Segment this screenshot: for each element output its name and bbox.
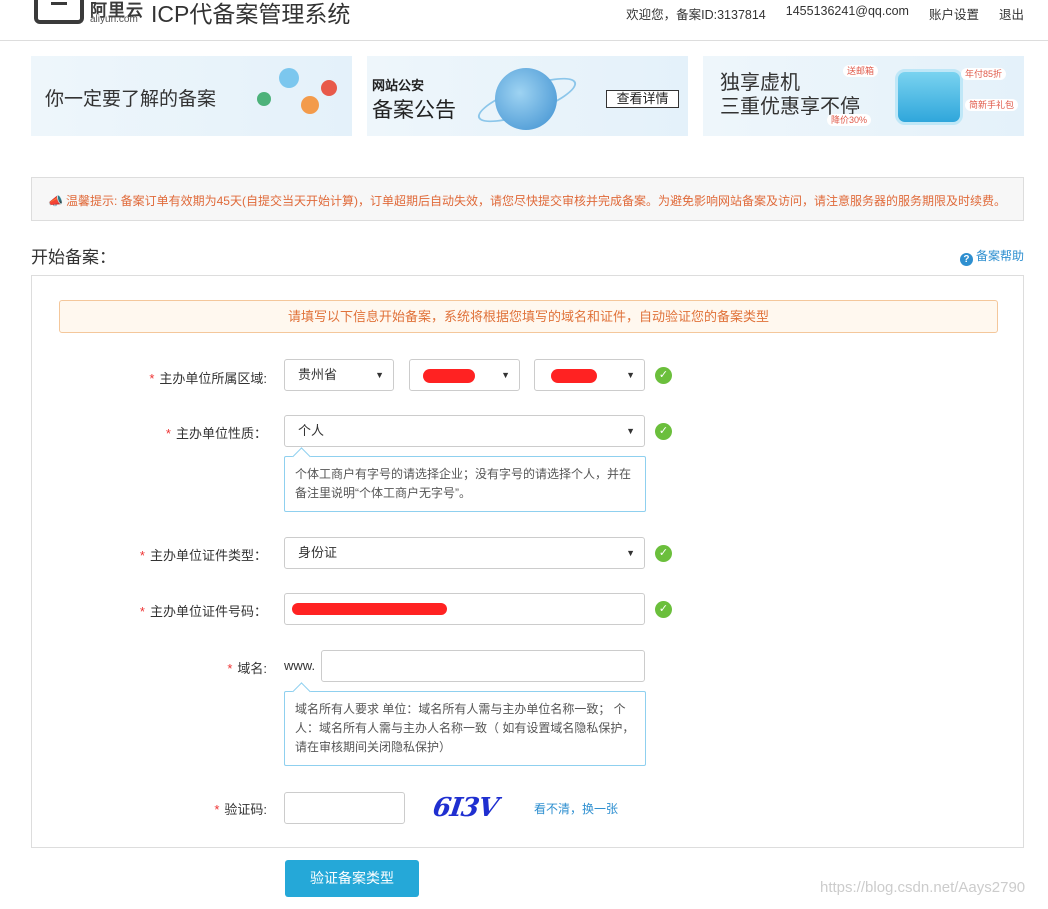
- question-icon: ?: [960, 253, 973, 266]
- filing-form: 请填写以下信息开始备案，系统将根据您填写的域名和证件，自动验证您的备案类型 *主…: [31, 275, 1024, 848]
- banner-vhost-promo[interactable]: 独享虚机 三重优惠享不停 送邮箱 年付85折 降价30% 简新手礼包: [703, 56, 1024, 136]
- account-settings-link[interactable]: 账户设置: [929, 4, 979, 23]
- promo-tag: 简新手礼包: [965, 99, 1018, 111]
- cert-type-value: 身份证: [298, 545, 337, 560]
- nature-select[interactable]: 个人 ▼: [284, 415, 645, 447]
- logo-domain: aliyun.com: [90, 14, 138, 25]
- logout-link[interactable]: 退出: [999, 4, 1024, 23]
- promo-tag: 降价30%: [827, 114, 871, 126]
- dropdown-arrow-icon: ▼: [626, 538, 635, 568]
- banner-guide-text: 你一定要了解的备案: [45, 84, 216, 111]
- dropdown-arrow-icon: ▼: [626, 416, 635, 446]
- promo-tag: 年付85折: [961, 68, 1006, 80]
- captcha-image[interactable]: 6I3V: [431, 793, 500, 823]
- captcha-refresh-link[interactable]: 看不清，换一张: [534, 800, 618, 817]
- nature-value: 个人: [298, 423, 324, 438]
- banner-filing-guide[interactable]: 你一定要了解的备案: [31, 56, 352, 136]
- city-select[interactable]: ▼: [409, 359, 520, 391]
- system-title: ICP代备案管理系统: [151, 0, 350, 29]
- province-value: 贵州省: [298, 367, 337, 382]
- server-icon: [895, 69, 963, 125]
- cert-type-label: *主办单位证件类型：: [140, 545, 267, 564]
- user-email: 1455136241@qq.com: [786, 4, 909, 23]
- globe-icon: [495, 68, 557, 130]
- captcha-label: *验证码:: [214, 799, 267, 818]
- bubble-icon: [301, 96, 319, 114]
- welcome-text: 欢迎您，备案ID:3137814: [626, 4, 766, 23]
- bubble-icon: [279, 68, 299, 88]
- notice-text: 温馨提示: 备案订单有效期为45天(自提交当天开始计算)，订单超期后自动失效，请…: [66, 194, 1006, 208]
- view-details-button[interactable]: 查看详情: [606, 90, 679, 108]
- check-icon: ✓: [655, 423, 672, 440]
- help-link[interactable]: ?备案帮助: [960, 247, 1024, 266]
- district-select[interactable]: ▼: [534, 359, 645, 391]
- dropdown-arrow-icon: ▼: [626, 360, 635, 390]
- promo-tag: 送邮箱: [843, 65, 878, 77]
- help-link-label: 备案帮助: [976, 249, 1024, 263]
- megaphone-icon: 📣: [48, 194, 63, 208]
- top-links: 欢迎您，备案ID:3137814 1455136241@qq.com 账户设置 …: [606, 4, 1024, 23]
- dropdown-arrow-icon: ▼: [375, 360, 384, 390]
- check-icon: ✓: [655, 367, 672, 384]
- cert-number-label: *主办单位证件号码：: [140, 601, 267, 620]
- verify-filing-type-button[interactable]: 验证备案类型: [285, 860, 419, 897]
- bubble-icon: [257, 92, 271, 106]
- bubble-icon: [321, 80, 337, 96]
- redacted-mark: [423, 369, 475, 383]
- page-title: 开始备案：: [31, 243, 116, 268]
- redacted-mark: [551, 369, 597, 383]
- domain-label: *域名:: [227, 658, 267, 677]
- top-bar: 阿里云 aliyun.com ICP代备案管理系统 欢迎您，备案ID:31378…: [0, 0, 1048, 41]
- domain-input[interactable]: [321, 650, 645, 682]
- banner-police-line1: 网站公安: [372, 75, 424, 94]
- check-icon: ✓: [655, 601, 672, 618]
- redacted-mark: [292, 603, 447, 615]
- banner-police-line2: 备案公告: [372, 94, 456, 124]
- aliyun-logo-icon[interactable]: [34, 0, 84, 24]
- dropdown-arrow-icon: ▼: [501, 360, 510, 390]
- check-icon: ✓: [655, 545, 672, 562]
- domain-prefix: www.: [284, 658, 315, 673]
- nature-hint: 个体工商户有字号的请选择企业；没有字号的请选择个人，并在备注里说明“个体工商户无…: [284, 456, 646, 512]
- notice-bar: 📣温馨提示: 备案订单有效期为45天(自提交当天开始计算)，订单超期后自动失效，…: [31, 177, 1024, 221]
- captcha-input[interactable]: [284, 792, 405, 824]
- cert-type-select[interactable]: 身份证 ▼: [284, 537, 645, 569]
- watermark: https://blog.csdn.net/Aays2790: [820, 879, 1025, 896]
- nature-label: *主办单位性质：: [166, 423, 267, 442]
- form-tip: 请填写以下信息开始备案，系统将根据您填写的域名和证件，自动验证您的备案类型: [59, 300, 998, 333]
- province-select[interactable]: 贵州省 ▼: [284, 359, 394, 391]
- domain-hint: 域名所有人要求 单位：域名所有人需与主办单位名称一致； 个人：域名所有人需与主办…: [284, 691, 646, 766]
- region-label: *主办单位所属区域:: [149, 368, 267, 387]
- cert-number-input[interactable]: [284, 593, 645, 625]
- banner-police-filing[interactable]: 网站公安 备案公告 查看详情: [367, 56, 688, 136]
